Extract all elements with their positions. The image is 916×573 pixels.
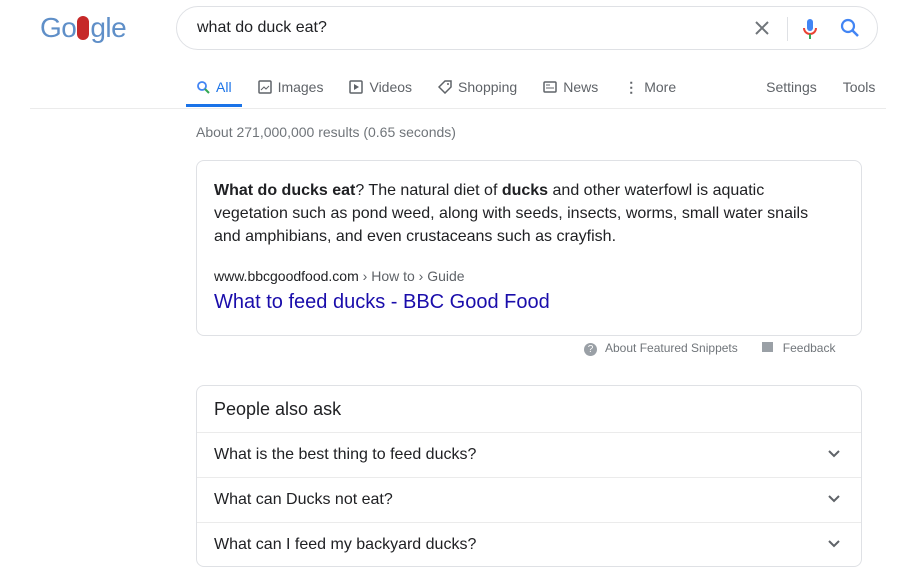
snippet-title-link[interactable]: What to feed ducks - BBC Good Food xyxy=(214,291,550,314)
featured-snippet: What do ducks eat? The natural diet of d… xyxy=(196,160,862,336)
tab-label: All xyxy=(216,79,232,95)
tab-news[interactable]: News xyxy=(543,78,598,96)
tab-label: Images xyxy=(277,79,324,95)
people-also-ask: People also ask What is the best thing t… xyxy=(196,385,862,567)
paa-heading: People also ask xyxy=(214,399,342,419)
tab-all[interactable]: All xyxy=(196,78,232,96)
active-tab-underline xyxy=(186,104,242,107)
about-label: About Featured Snippets xyxy=(605,341,738,355)
snippet-meta: ? About Featured Snippets Feedback xyxy=(584,341,835,356)
snippet-text: What do ducks eat? The natural diet of d… xyxy=(214,179,834,248)
tab-videos[interactable]: Videos xyxy=(349,78,412,96)
dots-vertical-icon: ⋮ xyxy=(624,78,639,95)
settings-label: Settings xyxy=(766,79,817,95)
tab-label: Shopping xyxy=(458,79,518,95)
feedback-flag-icon xyxy=(761,342,773,352)
play-icon xyxy=(349,80,364,94)
cite-site: www.bbcgoodfood.com xyxy=(214,268,359,284)
tab-images[interactable]: Images xyxy=(257,78,324,96)
tools-label: Tools xyxy=(842,79,876,95)
feedback-link[interactable]: Feedback xyxy=(761,341,836,356)
about-snippets-link[interactable]: ? About Featured Snippets xyxy=(584,341,738,356)
chevron-down-icon xyxy=(828,540,840,548)
duck-doodle-icon xyxy=(77,16,90,40)
chevron-down-icon xyxy=(828,495,840,503)
clear-icon[interactable] xyxy=(751,17,773,39)
question-text: What can Ducks not eat? xyxy=(214,491,393,508)
search-box[interactable]: what do duck eat? xyxy=(176,6,878,50)
tab-label: More xyxy=(644,79,677,95)
news-icon xyxy=(543,81,557,93)
tab-more[interactable]: ⋮ More xyxy=(624,78,676,96)
feedback-label: Feedback xyxy=(782,341,836,355)
tab-label: Videos xyxy=(369,79,413,95)
tools-link[interactable]: Tools xyxy=(843,78,876,96)
mic-icon[interactable] xyxy=(801,17,819,41)
logo-text-end: gle xyxy=(90,12,127,43)
tag-icon xyxy=(438,80,452,94)
snippet-bold: ducks xyxy=(501,182,549,199)
result-stats: About 271,000,000 results (0.65 seconds) xyxy=(196,124,456,140)
paa-question[interactable]: What can Ducks not eat? xyxy=(197,477,861,523)
snippet-text-part: ? The natural diet of xyxy=(355,182,502,199)
help-icon: ? xyxy=(584,343,597,356)
tab-label: News xyxy=(563,79,599,95)
snippet-cite: www.bbcgoodfood.com › How to › Guide xyxy=(214,268,465,284)
logo-text-start: Go xyxy=(40,12,77,43)
search-icon[interactable] xyxy=(839,17,861,39)
paa-question[interactable]: What is the best thing to feed ducks? xyxy=(197,432,861,478)
search-tabs: All Images Videos Shopping News ⋮ More Se… xyxy=(196,78,901,96)
snippet-bold: What do ducks eat xyxy=(214,182,356,199)
paa-question[interactable]: What can I feed my backyard ducks? xyxy=(197,522,861,568)
tab-shopping[interactable]: Shopping xyxy=(438,78,517,96)
divider xyxy=(787,17,788,41)
search-input[interactable]: what do duck eat? xyxy=(197,19,327,37)
google-logo[interactable]: Go gle xyxy=(40,12,127,44)
chevron-down-icon xyxy=(828,450,840,458)
divider xyxy=(30,108,886,109)
image-icon xyxy=(257,80,272,94)
question-text: What is the best thing to feed ducks? xyxy=(214,446,477,463)
search-icon xyxy=(197,81,210,94)
question-text: What can I feed my backyard ducks? xyxy=(214,536,477,553)
cite-path: › How to › Guide xyxy=(358,268,465,284)
settings-link[interactable]: Settings xyxy=(766,78,817,96)
